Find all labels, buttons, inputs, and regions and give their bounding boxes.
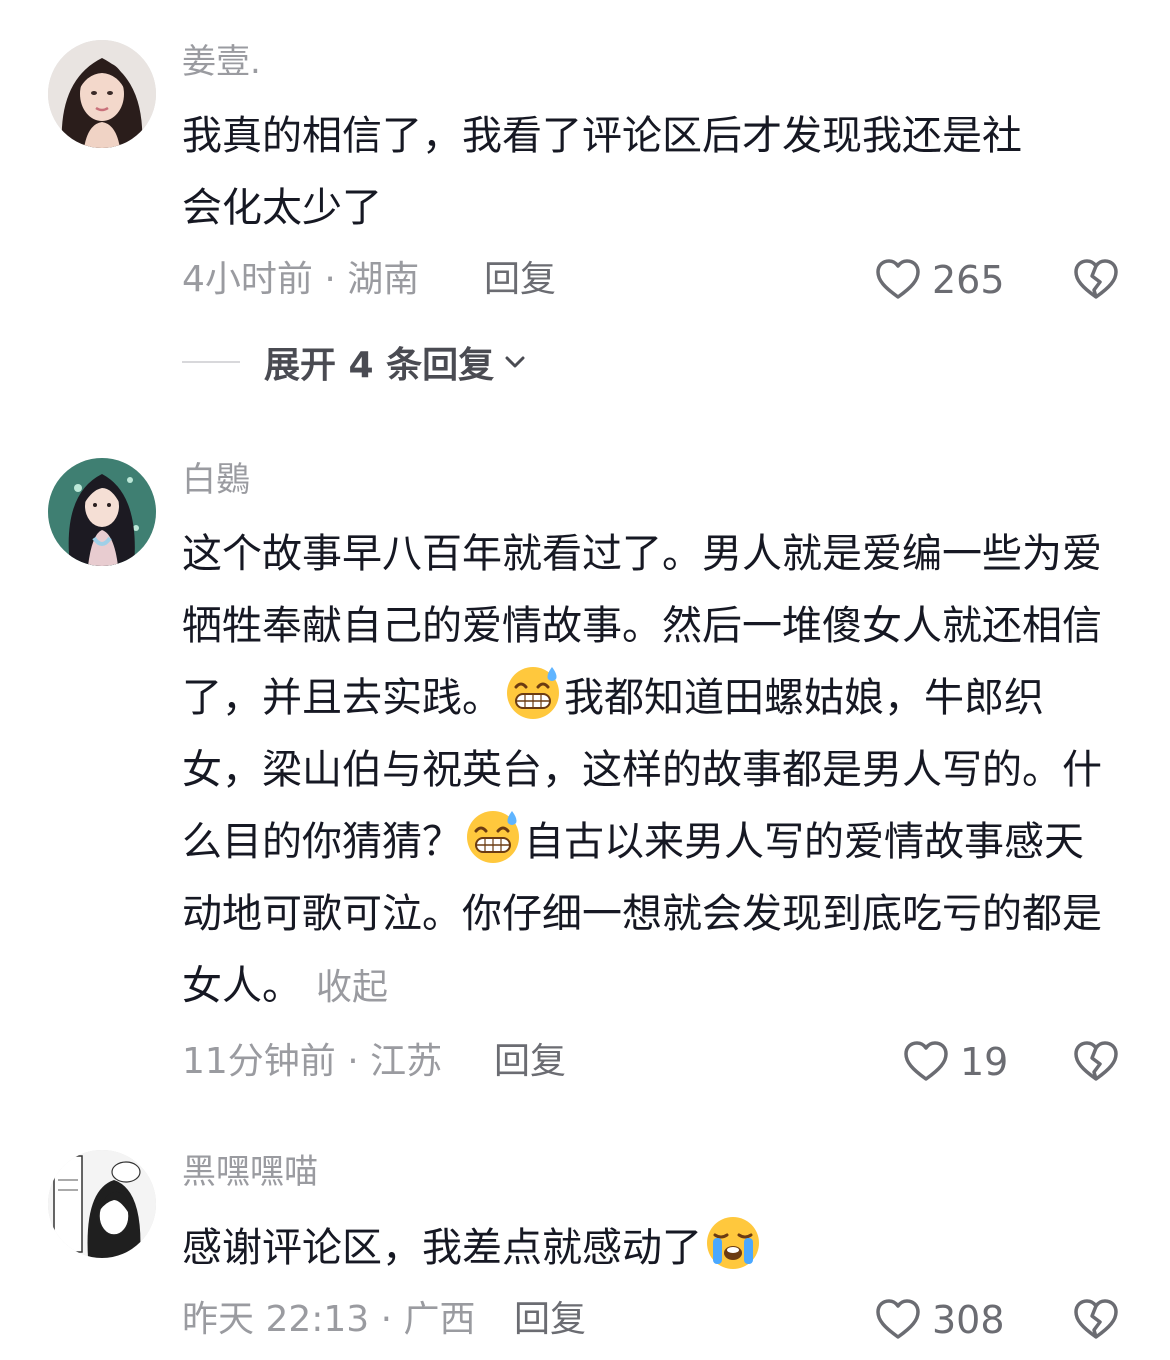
comment-text-line: 我真的相信了，我看了评论区后才发现我还是社 [182,113,1022,159]
avatar-woman-photo [48,40,156,148]
reply-button[interactable]: 回复 [514,1298,586,1342]
heart-icon[interactable] [902,1038,950,1086]
comment-text-segment: 感谢评论区，我差点就感动了 [182,1225,702,1271]
avatar[interactable] [48,458,156,566]
comment-text: 我真的相信了，我看了评论区后才发现我还是社 会化太少了 [182,100,1112,244]
comment-text: 这个故事早八百年就看过了。男人就是爱编一些为爱牺牲奉献自己的爱情故事。然后一堆傻… [182,518,1110,1024]
broken-heart-icon[interactable] [1072,1296,1120,1344]
comment-item: 黑嘿嘿喵 感谢评论区，我差点就感动了 昨天 22:13 · 广西 回复 308 [0,1150,1170,1360]
reply-button[interactable]: 回复 [484,258,556,302]
username[interactable]: 白鷃 [182,458,250,502]
comment-item: 姜壹. 我真的相信了，我看了评论区后才发现我还是社 会化太少了 4小时前 · 湖… [0,40,1170,400]
chevron-down-icon [505,356,525,368]
username[interactable]: 黑嘿嘿喵 [182,1150,318,1194]
avatar-manga-sketch [48,1150,156,1258]
broken-heart-icon[interactable] [1072,1038,1120,1086]
expand-replies-button[interactable]: 展开 4 条回复 [182,340,528,386]
like-count: 265 [932,258,1005,302]
crying-emoji [707,1217,759,1269]
avatar[interactable] [48,40,156,148]
heart-icon[interactable] [874,1296,922,1344]
reply-button[interactable]: 回复 [494,1040,566,1084]
time-location: 4小时前 · 湖南 [182,259,420,300]
heart-icon[interactable] [874,256,922,304]
avatar-anime-woman [48,458,156,566]
comment-text: 感谢评论区，我差点就感动了 [182,1212,1112,1284]
comment-item: 白鷃 这个故事早八百年就看过了。男人就是爱编一些为爱牺牲奉献自己的爱情故事。然后… [0,458,1170,1098]
comment-text-line: 会化太少了 [182,185,382,231]
grinning-sweat-emoji [467,811,519,863]
avatar[interactable] [48,1150,156,1258]
collapse-button[interactable]: 收起 [316,967,388,1008]
expand-replies-label: 展开 4 条回复 [264,345,495,386]
time-location: 11分钟前 · 江苏 [182,1041,443,1082]
grinning-sweat-emoji [507,667,559,719]
like-count: 308 [932,1298,1005,1342]
username[interactable]: 姜壹. [182,40,261,84]
like-count: 19 [960,1040,1009,1084]
broken-heart-icon[interactable] [1072,256,1120,304]
time-location: 昨天 22:13 · 广西 [182,1299,476,1340]
divider [182,361,240,363]
